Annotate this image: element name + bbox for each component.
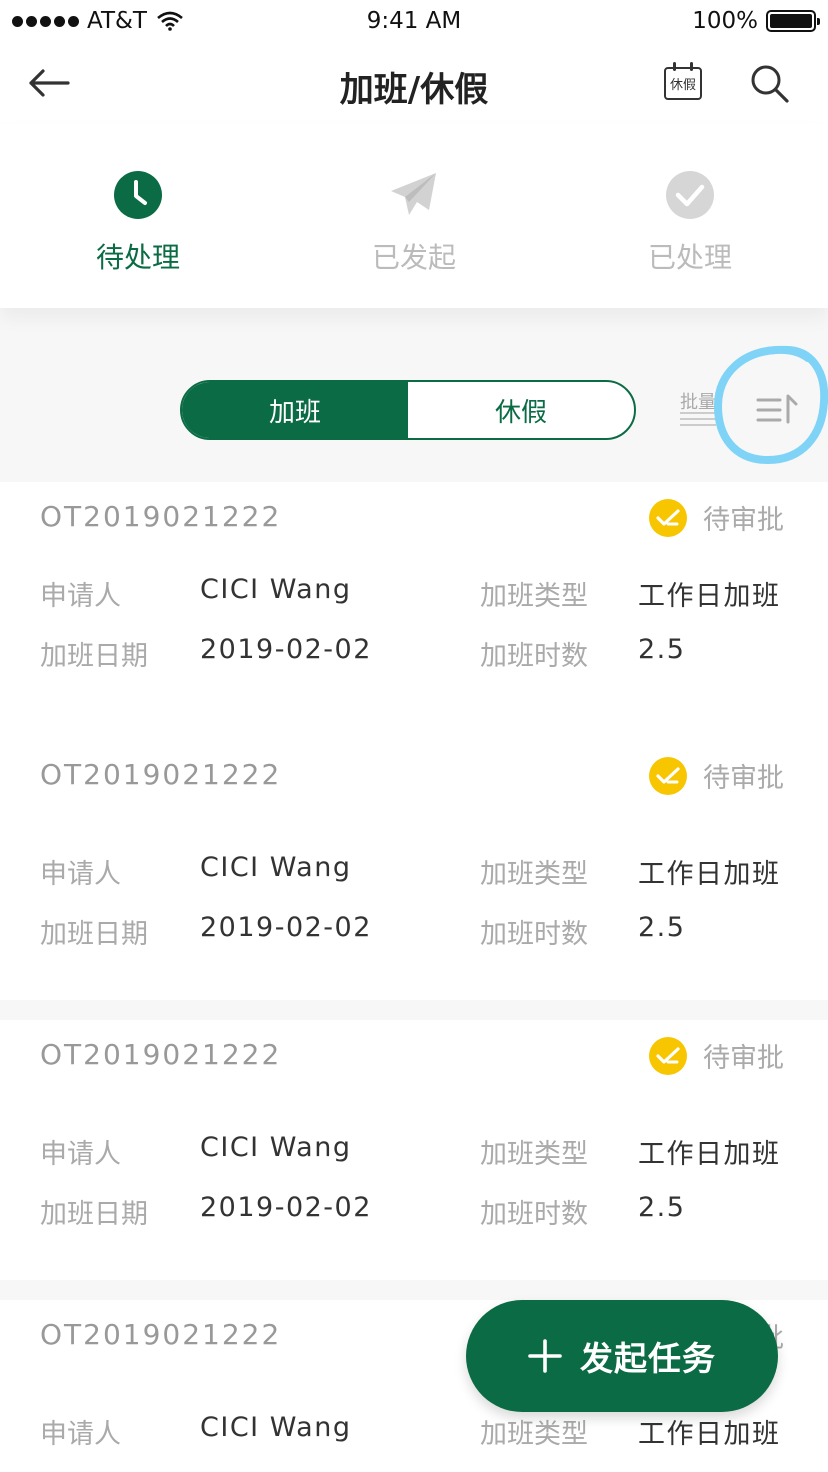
- applicant-value: CICI Wang: [200, 852, 352, 883]
- status-tabs: 待处理 已发起 已处理: [0, 124, 828, 308]
- status-badge: 待审批: [649, 756, 784, 795]
- clock-icon: [113, 170, 163, 220]
- status-text: 待审批: [703, 763, 784, 794]
- ot-date-value: 2019-02-02: [200, 1192, 372, 1223]
- battery-percent: 100%: [692, 8, 758, 34]
- ot-hours-value: 2.5: [638, 1192, 686, 1223]
- ot-hours-value: 2.5: [638, 634, 686, 665]
- applicant-label: 申请人: [40, 1419, 121, 1450]
- plus-icon: [528, 1339, 562, 1373]
- ot-number: OT2019021222: [40, 1318, 282, 1351]
- ot-number: OT2019021222: [40, 500, 282, 533]
- ot-hours-label: 加班时数: [480, 1199, 588, 1230]
- list-lines-icon: [680, 412, 716, 430]
- ot-type-label: 加班类型: [480, 1139, 588, 1170]
- ot-date-value: 2019-02-02: [200, 634, 372, 665]
- ot-type-value: 工作日加班: [638, 1419, 781, 1450]
- sort-button[interactable]: [752, 386, 800, 434]
- ot-type-label: 加班类型: [480, 859, 588, 890]
- tab-label: 已处理: [647, 241, 732, 274]
- ot-card[interactable]: OT2019021222 待审批 申请人 CICI Wang 加班类型 工作日加…: [0, 740, 828, 1000]
- ot-type-value: 工作日加班: [638, 859, 781, 890]
- batch-label: 批量: [680, 392, 716, 413]
- tab-label: 待处理: [95, 241, 180, 274]
- ot-date-value: 2019-02-02: [200, 912, 372, 943]
- search-button[interactable]: [748, 62, 792, 106]
- tab-initiated[interactable]: 已发起: [276, 124, 552, 308]
- check-circle-icon: [665, 170, 715, 220]
- status-bar-right: 100%: [692, 8, 820, 34]
- ot-date-label: 加班日期: [40, 641, 148, 672]
- paper-plane-icon: [389, 170, 439, 220]
- start-task-button[interactable]: 发起任务: [466, 1300, 778, 1412]
- leave-calendar-button[interactable]: 休假: [664, 62, 704, 104]
- pending-check-icon: [649, 1036, 687, 1075]
- ot-hours-label: 加班时数: [480, 919, 588, 950]
- ot-type-value: 工作日加班: [638, 581, 781, 612]
- leave-calendar-label: 休假: [669, 78, 696, 93]
- calendar-icon: 休假: [664, 67, 702, 100]
- ot-hours-label: 加班时数: [480, 641, 588, 672]
- ot-type-value: 工作日加班: [638, 1139, 781, 1170]
- applicant-value: CICI Wang: [200, 574, 352, 605]
- status-badge: 待审批: [649, 498, 784, 537]
- ot-hours-value: 2.5: [638, 912, 686, 943]
- pending-check-icon: [649, 756, 687, 795]
- ot-number: OT2019021222: [40, 758, 282, 791]
- ot-date-label: 加班日期: [40, 919, 148, 950]
- applicant-label: 申请人: [40, 581, 121, 612]
- ot-card[interactable]: OT2019021222 待审批 申请人 CICI Wang 加班类型 工作日加…: [0, 1020, 828, 1280]
- applicant-value: CICI Wang: [200, 1412, 352, 1443]
- ot-card[interactable]: OT2019021222 待审批 申请人 CICI Wang 加班类型 工作日加…: [0, 482, 828, 742]
- status-bar: AT&T 9:41 AM 100%: [0, 0, 828, 44]
- tab-processed[interactable]: 已处理: [552, 124, 828, 308]
- ot-number: OT2019021222: [40, 1038, 282, 1071]
- tab-label: 已发起: [371, 241, 456, 274]
- ot-type-label: 加班类型: [480, 1419, 588, 1450]
- ot-type-label: 加班类型: [480, 581, 588, 612]
- battery-icon: [766, 10, 820, 32]
- ot-date-label: 加班日期: [40, 1199, 148, 1230]
- applicant-label: 申请人: [40, 859, 121, 890]
- applicant-value: CICI Wang: [200, 1132, 352, 1163]
- type-toggle: 加班 休假: [180, 380, 636, 440]
- start-task-label: 发起任务: [580, 1339, 716, 1378]
- sort-icon: [756, 394, 798, 424]
- tab-pending[interactable]: 待处理: [0, 124, 276, 308]
- pending-check-icon: [649, 498, 687, 537]
- applicant-label: 申请人: [40, 1139, 121, 1170]
- search-icon: [751, 65, 789, 103]
- segment-overtime[interactable]: 加班: [182, 382, 408, 438]
- status-badge: 待审批: [649, 1036, 784, 1075]
- segment-leave[interactable]: 休假: [408, 382, 634, 438]
- status-text: 待审批: [703, 1043, 784, 1074]
- status-text: 待审批: [703, 505, 784, 536]
- nav-bar: 加班/休假 休假: [0, 44, 828, 124]
